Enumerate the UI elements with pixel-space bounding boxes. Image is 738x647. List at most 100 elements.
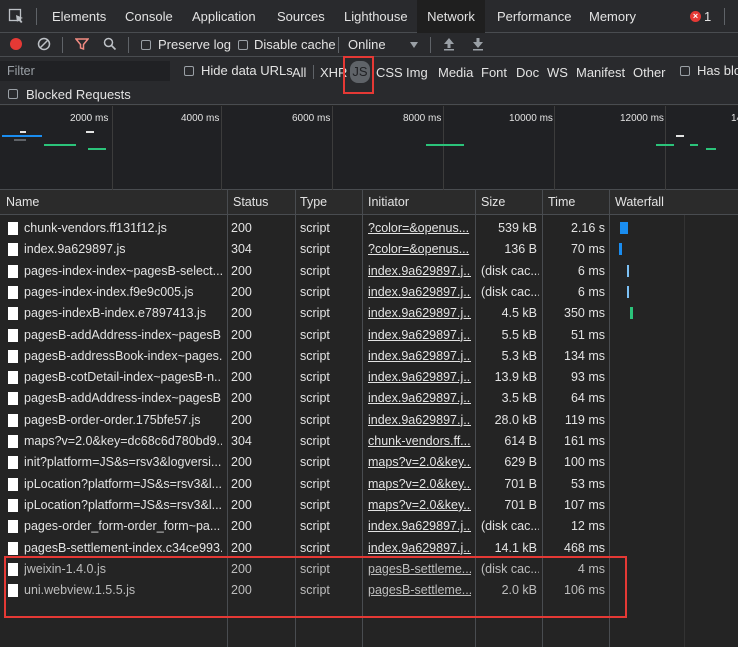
request-initiator[interactable]: index.9a629897.j... (368, 303, 471, 324)
record-icon[interactable] (10, 38, 22, 50)
table-row[interactable]: pages-indexB-index.e7897413.js 200 script i… (0, 303, 610, 324)
has-blocked-cookies-checkbox[interactable] (680, 66, 690, 76)
request-name: pagesB-cotDetail-index~pagesB-n... (24, 370, 222, 385)
request-time: 93 ms (570, 370, 605, 385)
column-header-size[interactable]: Size (481, 190, 505, 215)
request-type: script (300, 348, 330, 363)
table-row[interactable]: pages-index-index.f9e9c005.js 200 script in… (0, 282, 610, 303)
request-initiator[interactable]: ?color=&openus... (368, 218, 471, 239)
waterfall-gridline (684, 215, 685, 647)
timeline-gridline (443, 106, 444, 190)
request-initiator[interactable]: index.9a629897.j... (368, 282, 471, 303)
timeline-tick-label: 14 (731, 113, 738, 124)
table-row[interactable]: pagesB-order-order.175bfe57.js 200 script i… (0, 410, 610, 431)
table-row[interactable]: index.9a629897.js 304 script ?color=&openus… (0, 239, 610, 260)
request-initiator[interactable]: index.9a629897.j... (368, 346, 471, 367)
request-initiator[interactable]: index.9a629897.j... (368, 325, 471, 346)
request-type: script (300, 306, 330, 321)
file-icon (8, 520, 18, 534)
clear-icon[interactable] (37, 37, 51, 51)
filter-type-font[interactable]: Font (481, 65, 507, 80)
blocked-requests-checkbox[interactable] (8, 89, 18, 99)
chevron-down-icon[interactable] (410, 42, 418, 48)
filter-input[interactable]: Filter (0, 61, 170, 81)
request-status: 200 (231, 391, 252, 406)
request-initiator[interactable]: index.9a629897.j... (368, 261, 471, 282)
column-header-time[interactable]: Time (548, 190, 575, 215)
request-initiator[interactable]: index.9a629897.j... (368, 388, 471, 409)
table-row[interactable]: ipLocation?platform=JS&s=rsv3&l... 200 scr… (0, 495, 610, 516)
request-size: (disk cac... (481, 519, 539, 534)
request-size: 4.5 kB (501, 306, 537, 321)
toolbar-divider (430, 37, 431, 53)
request-initiator[interactable]: maps?v=2.0&key... (368, 495, 471, 516)
table-row[interactable]: pagesB-addAddress-index~pagesB... 200 scri… (0, 388, 610, 409)
filter-type-other[interactable]: Other (633, 65, 666, 80)
filter-type-manifest[interactable]: Manifest (576, 65, 625, 80)
file-icon (8, 222, 18, 235)
import-har-icon[interactable] (443, 37, 455, 51)
request-size: 614 B (504, 434, 537, 448)
tab-elements[interactable]: Elements (52, 0, 106, 33)
table-row[interactable]: pagesB-cotDetail-index~pagesB-n... 200 scr… (0, 367, 610, 388)
filter-type-css[interactable]: CSS (376, 65, 403, 80)
timeline-bar (706, 148, 716, 150)
throttling-select[interactable]: Online (348, 37, 386, 52)
table-row[interactable]: pagesB-addressBook-index~pages... 200 scri… (0, 346, 610, 367)
disable-cache-checkbox[interactable] (238, 40, 248, 50)
tab-network[interactable]: Network (417, 0, 485, 33)
table-row[interactable]: maps?v=2.0&key=dc68c6d780bd9... 304 script… (0, 431, 610, 452)
error-icon[interactable]: × (690, 11, 701, 22)
column-header-waterfall[interactable]: Waterfall (615, 190, 664, 215)
tab-lighthouse[interactable]: Lighthouse (344, 0, 408, 33)
filter-icon[interactable] (75, 37, 89, 51)
error-count[interactable]: 1 (704, 0, 711, 33)
request-initiator[interactable]: index.9a629897.j... (368, 516, 471, 537)
request-time: 51 ms (570, 327, 605, 342)
column-header-initiator[interactable]: Initiator (368, 190, 409, 215)
timeline-overview: 2000 ms 4000 ms 6000 ms 8000 ms 10000 ms… (0, 106, 738, 190)
table-row[interactable]: pages-order_form-order_form~pa... 200 scri… (0, 516, 610, 537)
column-header-status[interactable]: Status (233, 190, 268, 215)
tab-sources[interactable]: Sources (277, 0, 325, 33)
tab-performance[interactable]: Performance (497, 0, 571, 33)
timeline-tick-label: 8000 ms (403, 113, 442, 124)
filter-type-img[interactable]: Img (406, 65, 428, 80)
filter-type-media[interactable]: Media (438, 65, 473, 80)
tab-console[interactable]: Console (125, 0, 173, 33)
preserve-log-checkbox[interactable] (141, 40, 151, 50)
search-icon[interactable] (103, 37, 117, 51)
request-initiator[interactable]: maps?v=2.0&key... (368, 474, 471, 495)
request-initiator[interactable]: index.9a629897.j... (368, 410, 471, 431)
request-initiator[interactable]: chunk-vendors.ff... (368, 431, 471, 452)
request-name: maps?v=2.0&key=dc68c6d780bd9... (24, 434, 222, 448)
inspect-element-icon[interactable] (8, 8, 24, 24)
filter-type-doc[interactable]: Doc (516, 65, 539, 80)
waterfall-bar (620, 222, 628, 234)
request-status: 304 (231, 434, 252, 448)
column-header-type[interactable]: Type (300, 190, 327, 215)
table-row[interactable]: pages-index-index~pagesB-select... 200 scr… (0, 261, 610, 282)
tab-memory[interactable]: Memory (589, 0, 636, 33)
table-row[interactable]: chunk-vendors.ff131f12.js 200 script ?color… (0, 218, 610, 239)
request-initiator[interactable]: ?color=&openus... (368, 239, 471, 260)
network-toolbar: Preserve log Disable cache Online (0, 33, 738, 57)
column-header-name[interactable]: Name (6, 190, 39, 215)
export-har-icon[interactable] (472, 37, 484, 51)
file-icon (8, 264, 18, 278)
tab-application[interactable]: Application (192, 0, 256, 33)
request-initiator[interactable]: index.9a629897.j... (368, 367, 471, 388)
request-time: 53 ms (570, 476, 605, 491)
request-type: script (300, 263, 330, 278)
request-initiator[interactable]: maps?v=2.0&key... (368, 452, 471, 473)
table-row[interactable]: pagesB-addAddress-index~pagesB... 200 scri… (0, 325, 610, 346)
request-time: 2.16 s (570, 221, 605, 235)
request-time: 107 ms (564, 497, 605, 512)
tab-divider (724, 8, 725, 25)
table-row[interactable]: ipLocation?platform=JS&s=rsv3&l... 200 scr… (0, 474, 610, 495)
hide-data-urls-checkbox[interactable] (184, 66, 194, 76)
table-row[interactable]: init?platform=JS&s=rsv3&logversi... 200 sc… (0, 452, 610, 473)
filter-type-all[interactable]: All (292, 65, 306, 80)
file-icon (8, 498, 18, 512)
filter-type-ws[interactable]: WS (547, 65, 568, 80)
